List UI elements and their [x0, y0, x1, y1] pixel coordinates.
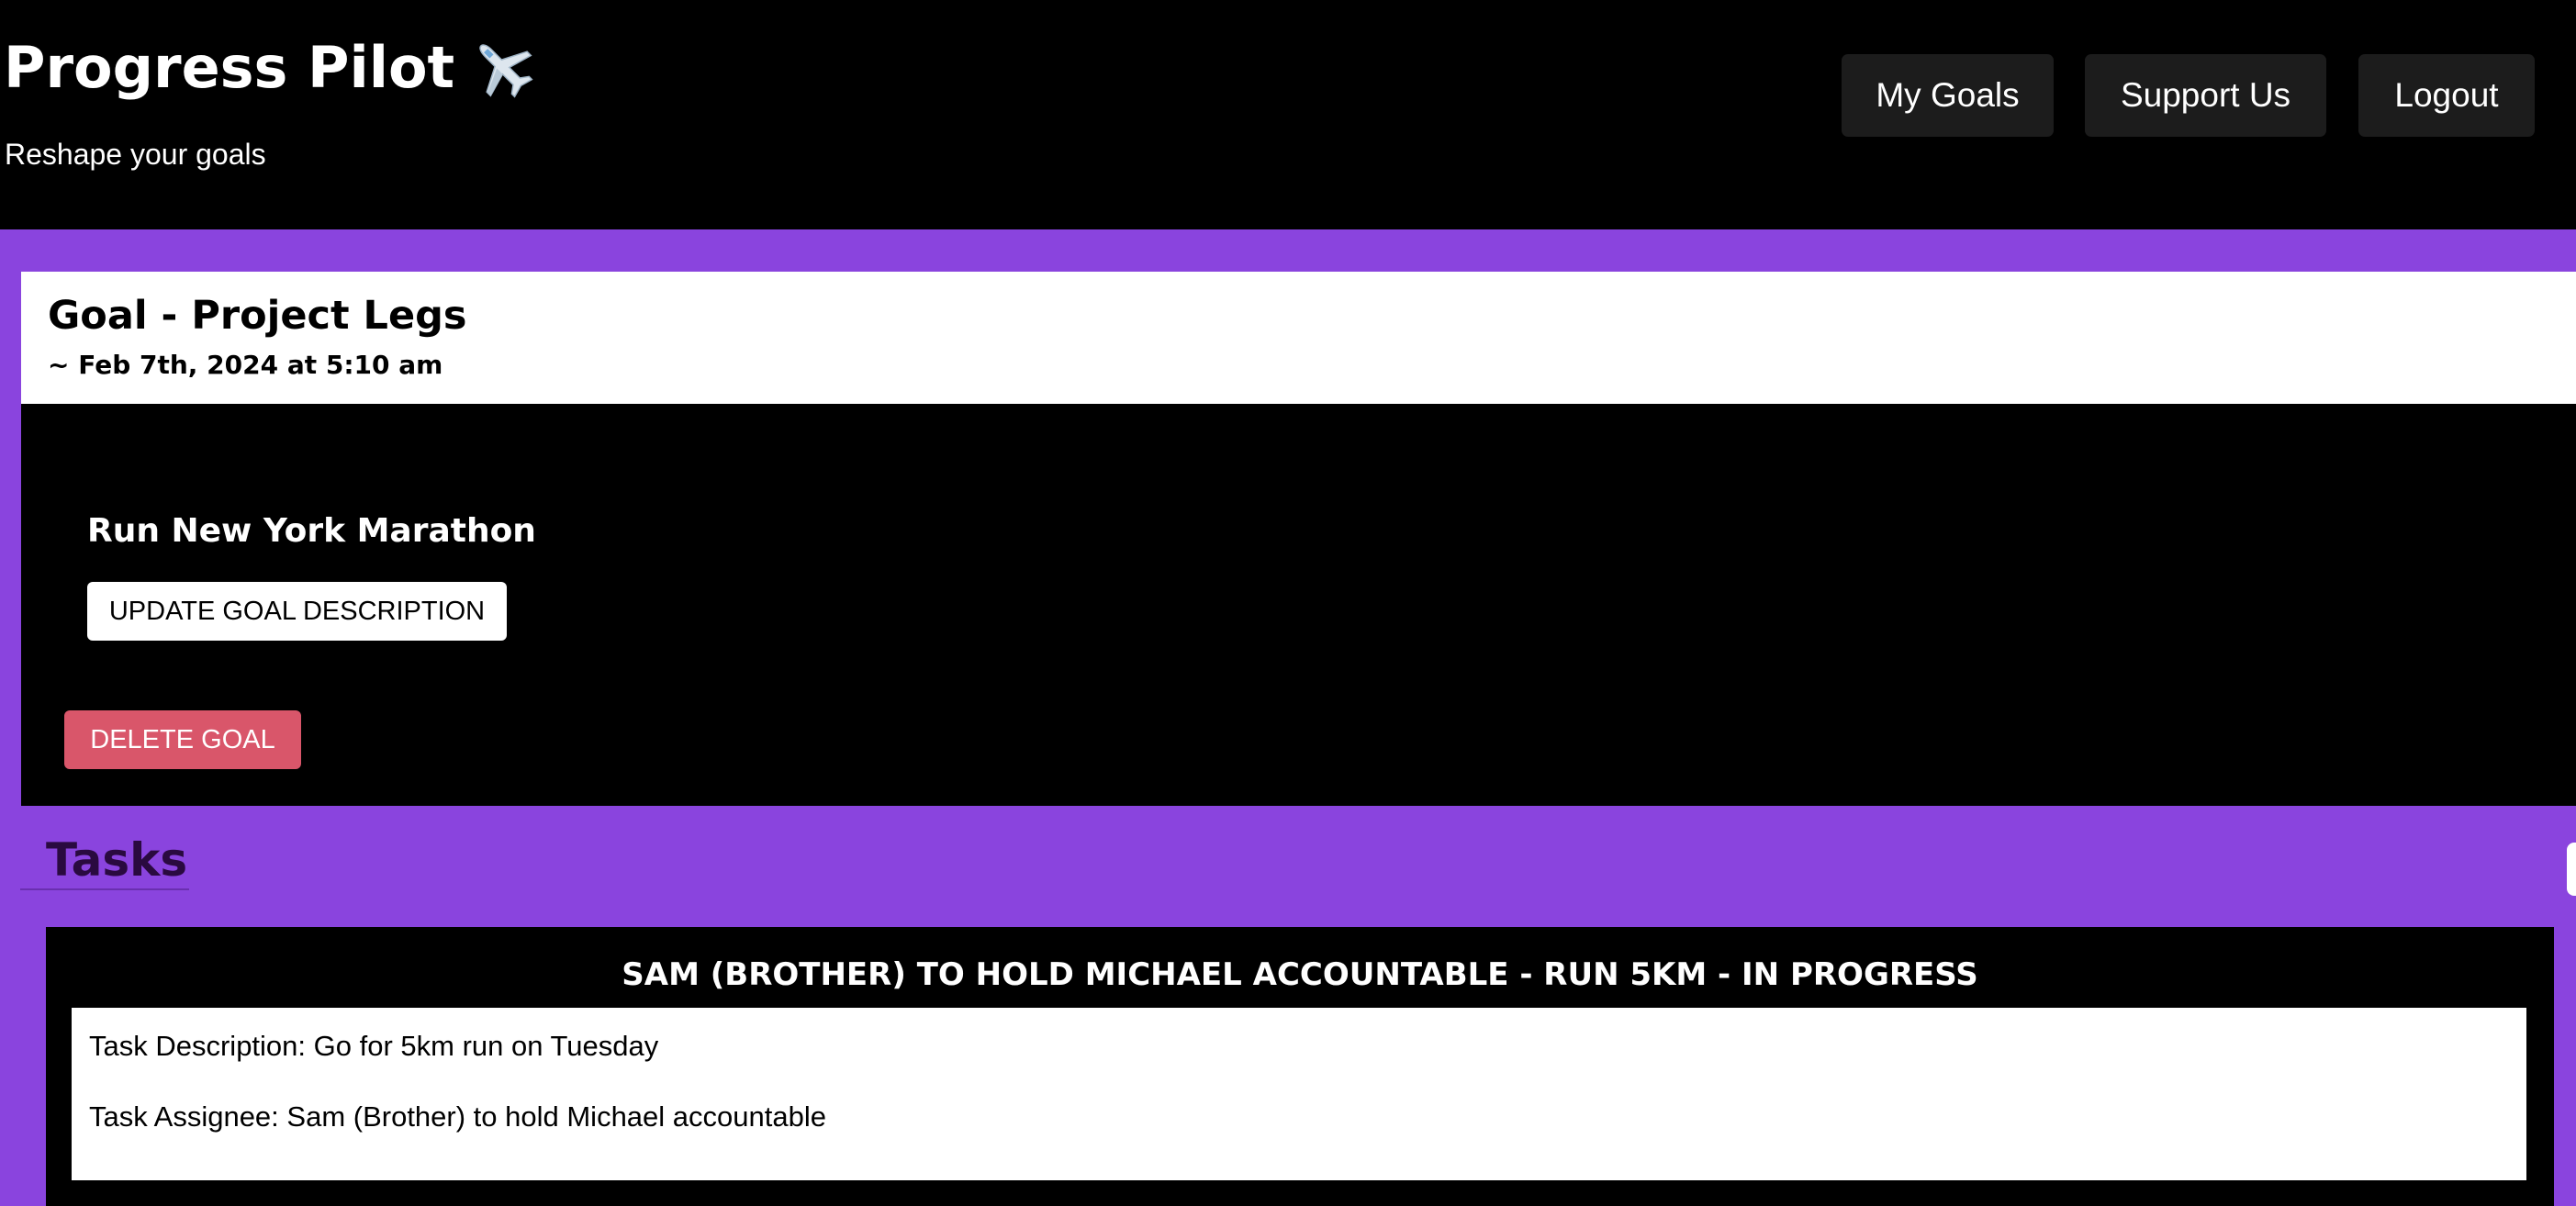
- app-title: Progress Pilot: [4, 34, 455, 101]
- task-description: Task Description: Go for 5km run on Tues…: [89, 1030, 659, 1062]
- support-us-button[interactable]: Support Us: [2085, 54, 2326, 137]
- goal-description: Run New York Marathon: [87, 512, 536, 550]
- brand[interactable]: Progress Pilot: [4, 31, 537, 105]
- top-header: Progress Pilot Reshape your goals My Goa…: [0, 0, 2576, 229]
- delete-goal-button[interactable]: DELETE GOAL: [64, 710, 301, 769]
- logout-button[interactable]: Logout: [2358, 54, 2535, 137]
- goal-title-bar: Goal - Project Legs ~ Feb 7th, 2024 at 5…: [21, 272, 2576, 404]
- tasks-divider: [20, 888, 189, 890]
- task-body: Task Description: Go for 5km run on Tues…: [72, 1008, 2526, 1180]
- goal-details-panel: Run New York Marathon UPDATE GOAL DESCRI…: [21, 404, 2576, 806]
- task-header: SAM (BROTHER) TO HOLD MICHAEL ACCOUNTABL…: [622, 956, 1978, 993]
- my-goals-button[interactable]: My Goals: [1842, 54, 2054, 137]
- update-goal-description-button[interactable]: UPDATE GOAL DESCRIPTION: [87, 582, 507, 641]
- task-card: SAM (BROTHER) TO HOLD MICHAEL ACCOUNTABL…: [46, 927, 2554, 1206]
- app-subtitle: Reshape your goals: [5, 138, 266, 171]
- tasks-heading: Tasks: [46, 833, 188, 887]
- goal-date: ~ Feb 7th, 2024 at 5:10 am: [48, 350, 443, 380]
- side-panel-tab[interactable]: [2567, 843, 2576, 896]
- goal-title: Goal - Project Legs: [48, 293, 467, 339]
- task-assignee: Task Assignee: Sam (Brother) to hold Mic…: [89, 1100, 826, 1133]
- airplane-icon: [469, 34, 537, 102]
